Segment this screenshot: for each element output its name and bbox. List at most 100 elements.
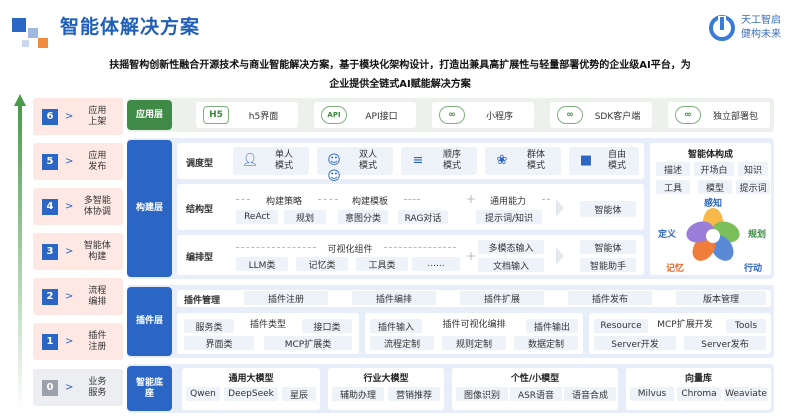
plugin-chip: Tools [726, 319, 766, 333]
step-5: 5 > 应用 发布 [33, 143, 123, 180]
plugin-chip: 流程定制 [370, 336, 434, 350]
petal-memory: 记忆 [666, 264, 685, 274]
plugin-layer-tag: 插件层 [127, 287, 172, 356]
deco-square [12, 18, 26, 32]
subtitle-line1: 扶摇智构创新性融合开源技术与商业智能解决方案，基于模块化架构设计，打造出兼具高扩… [109, 60, 691, 71]
step-number: 4 [42, 198, 58, 215]
step-label: 多智能 体协调 [83, 195, 111, 217]
petal-define: 定义 [658, 230, 677, 240]
composition-chip: 描述 [656, 162, 690, 176]
app-item-h5: H5 h5界面 [196, 102, 298, 128]
base-layer-tag: 智能底 座 [127, 366, 172, 411]
plugin-chip: Server发布 [684, 336, 766, 350]
flow-arrow [556, 247, 564, 265]
step-arrow: > [65, 382, 74, 393]
step-3: 3 > 智能体 构建 [33, 233, 123, 270]
step-4: 4 > 多智能 体协调 [33, 188, 123, 225]
app-item-deploy: ∞ 独立部署包 [668, 102, 770, 128]
composition-chip: 模型 [698, 180, 732, 194]
divider [542, 199, 550, 200]
person-icon: 👤︎ [241, 153, 259, 168]
step-number: 1 [42, 333, 58, 350]
people-icon: ☺☺ [327, 153, 341, 184]
step-arrow: > [65, 201, 74, 212]
deco-square [28, 28, 38, 38]
mode-label: 群体 模式 [526, 150, 545, 171]
mode-double: ☺☺ 双人 模式 [317, 147, 393, 184]
base-chip: DeepSeek [224, 387, 278, 401]
orch-mid-chip: 多模态输入 [478, 240, 544, 254]
logo-icon [708, 14, 736, 42]
struct-chip: RAG对话 [398, 210, 448, 224]
app-item-label: h5界面 [248, 111, 279, 122]
struct-chip: 提示词/知识 [476, 210, 542, 224]
step-number: 6 [42, 108, 58, 125]
plugin-mgmt-label: 插件管理 [184, 296, 221, 306]
mode-single: 👤︎ 单人 模式 [233, 147, 309, 175]
struct-chip: 规划 [284, 210, 326, 224]
base-chip: Qwen [186, 387, 220, 401]
subtitle-line2: 企业提供全链式AI赋能解决方案 [329, 79, 471, 90]
divider [318, 199, 338, 200]
base-chip: ASR语音 [510, 387, 562, 401]
h5-icon: H5 [203, 106, 229, 124]
mode-label: 单人 模式 [274, 150, 293, 171]
plugin-chip: 插件输出 [526, 319, 578, 333]
plugin-mgmt-chip: 插件扩展 [460, 291, 544, 305]
base-chip: 辅助办理 [332, 387, 384, 401]
orch-chip: ...... [412, 257, 460, 271]
plugin-chip: 服务类 [184, 319, 234, 333]
build-layer-tag: 构建层 [127, 140, 172, 277]
plugin-chip: MCP扩展类 [264, 336, 352, 350]
orch-chip: 记忆类 [296, 257, 348, 271]
deco-square [38, 38, 48, 48]
step-number: 2 [42, 288, 58, 305]
base-group-header: 通用大模型 [228, 374, 274, 384]
step-number: 0 [42, 379, 58, 396]
struct-header: 构建模板 [351, 197, 388, 207]
plugin-mgmt-chip: 插件编排 [352, 291, 436, 305]
composition-title: 智能体构成 [687, 150, 733, 160]
flower-icon [682, 204, 744, 266]
app-item-api: API API接口 [314, 102, 416, 128]
orch-mid-chip: 文档输入 [478, 258, 544, 272]
petal-act: 行动 [744, 264, 763, 274]
orch-label: 编排型 [186, 253, 214, 263]
orch-header: 可视化组件 [327, 245, 373, 255]
subtitle: 扶摇智构创新性融合开源技术与商业智能解决方案，基于模块化架构设计，打造出兼具高扩… [0, 56, 800, 94]
base-chip: Milvus [630, 387, 674, 401]
plugin-mgmt-chip: 版本管理 [676, 291, 766, 305]
base-group-header: 个性/小模型 [510, 374, 560, 384]
plugin-chip: Resource [594, 319, 648, 333]
app-item-label: 独立部署包 [712, 111, 758, 122]
divider [236, 247, 316, 248]
step-label: 智能体 构建 [83, 240, 111, 262]
progress-arrow [14, 94, 26, 410]
composition-chip: 提示词 [736, 180, 770, 194]
step-label: 应用 发布 [88, 150, 107, 172]
plugin-chip: 插件输入 [370, 319, 422, 333]
plugin-chip: 接口类 [302, 319, 352, 333]
step-6: 6 > 应用 上架 [33, 98, 123, 135]
app-item-sdk: ∞ SDK客户端 [550, 102, 652, 128]
plugin-mgmt-chip: 插件发布 [568, 291, 652, 305]
divider [384, 247, 456, 248]
orch-output: 智能体 [580, 240, 636, 254]
sdk-icon: ∞ [557, 106, 583, 124]
plugin-group-header: MCP扩展开发 [657, 320, 713, 330]
struct-chip: 意图分类 [338, 210, 388, 224]
mode-label: 自由 模式 [607, 150, 626, 171]
base-chip: 营销推荐 [388, 387, 440, 401]
plugin-group-header: 插件类型 [249, 320, 286, 330]
step-label: 插件 注册 [88, 330, 107, 352]
mode-free: ■ 自由 模式 [569, 147, 639, 175]
step-label: 应用 上架 [88, 105, 107, 127]
app-item-label: API接口 [365, 111, 398, 122]
step-arrow: > [65, 336, 74, 347]
flow-arrow [556, 199, 564, 217]
app-item-label: SDK客户端 [594, 111, 641, 122]
struct-label: 结构型 [186, 205, 214, 215]
miniprogram-icon: ∞ [439, 106, 465, 124]
plugin-chip: Server开发 [594, 336, 676, 350]
step-label: 业务 服务 [88, 376, 107, 398]
